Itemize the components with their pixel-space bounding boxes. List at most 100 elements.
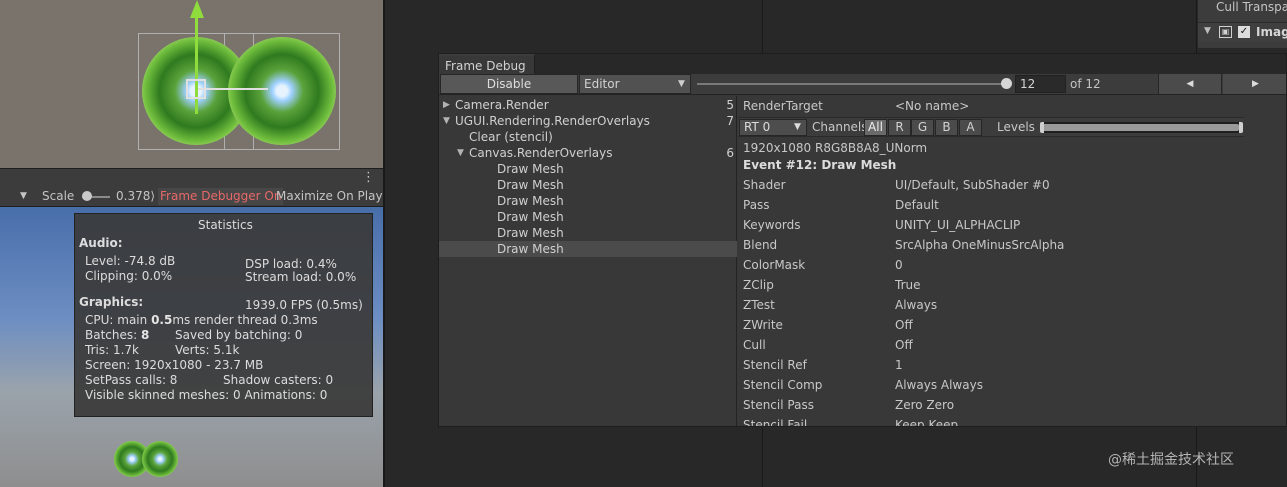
tree-item-label: Draw Mesh	[497, 178, 564, 192]
event-tree: ▶ Camera.Render 5 ▼ UGUI.Rendering.RenderOve…	[439, 96, 737, 426]
next-event-button[interactable]: ▶	[1223, 74, 1286, 94]
tree-item-label: Draw Mesh	[497, 226, 564, 240]
tree-item-label: Clear (stencil)	[469, 130, 553, 144]
frame-debug-toolbar: Disable Editor ▼ 12 of 12 ◀ ▶	[439, 74, 1286, 95]
stats-saved-by-batching: Saved by batching: 0	[175, 328, 303, 342]
channel-button-r[interactable]: R	[888, 119, 911, 136]
levels-max-handle[interactable]	[1239, 122, 1243, 133]
stats-screen: Screen: 1920x1080 - 23.7 MB	[85, 358, 264, 372]
scale-slider-thumb[interactable]	[82, 191, 92, 201]
property-key: Keywords	[743, 218, 801, 232]
collapsed-arrow-icon[interactable]: ▶	[443, 97, 450, 113]
property-key: ZClip	[743, 278, 774, 292]
move-gizmo-y-arrow-icon[interactable]	[190, 0, 204, 18]
tree-item[interactable]: Draw Mesh	[439, 177, 737, 193]
levels-range-slider[interactable]	[1040, 122, 1243, 133]
tree-item[interactable]: Draw Mesh	[439, 209, 737, 225]
window-menu-icon[interactable]: ⋮	[1282, 54, 1286, 71]
event-slider-thumb[interactable]	[1001, 78, 1012, 89]
tree-item[interactable]: ▶ Camera.Render 5	[439, 97, 737, 113]
chevron-down-icon: ▼	[678, 79, 685, 89]
stats-batches-prefix: Batches:	[85, 328, 141, 342]
maximize-on-play-toggle[interactable]: Maximize On Play	[276, 186, 383, 207]
render-target-label: RenderTarget	[743, 99, 823, 113]
channel-button-b[interactable]: B	[935, 119, 958, 136]
display-dropdown-caret-icon[interactable]: ▼	[20, 186, 27, 207]
inspector-fragment: Cull Transparent Mesh ▼ ▣ ✓ Image	[1198, 0, 1287, 48]
channel-button-all[interactable]: All	[864, 119, 887, 136]
pane-divider: ⋮	[0, 168, 383, 186]
property-key: Shader	[743, 178, 786, 192]
tree-item[interactable]: Draw Mesh	[439, 225, 737, 241]
property-key: ZWrite	[743, 318, 783, 332]
property-key: Stencil Comp	[743, 378, 823, 392]
column-separator[interactable]	[383, 0, 385, 487]
tree-item-count: 6	[726, 146, 734, 160]
watermark: @稀土掘金技术社区	[1108, 452, 1234, 468]
levels-min-handle[interactable]	[1040, 122, 1044, 133]
tree-item[interactable]: Draw Mesh	[439, 193, 737, 209]
stats-graphics-header: Graphics:	[79, 295, 144, 309]
rt-dropdown-label: RT 0	[744, 120, 771, 134]
tree-item[interactable]: Draw Mesh	[439, 241, 737, 257]
stats-audio-header: Audio:	[79, 236, 123, 250]
rect-gizmo-handle[interactable]	[186, 79, 206, 99]
property-value: UI/Default, SubShader #0	[895, 178, 1050, 192]
property-key: ZTest	[743, 298, 775, 312]
property-key: Stencil Fail	[743, 418, 808, 427]
expanded-arrow-icon[interactable]: ▼	[443, 113, 450, 129]
render-target-value: <No name>	[895, 99, 970, 113]
target-dropdown[interactable]: Editor ▼	[579, 74, 691, 94]
expanded-arrow-icon[interactable]: ▼	[457, 145, 464, 161]
channel-button-g[interactable]: G	[911, 119, 934, 136]
stats-stream-load: Stream load: 0.0%	[245, 270, 357, 284]
tree-item-label: Camera.Render	[455, 98, 549, 112]
tree-item-count: 5	[726, 98, 734, 112]
stats-cpu-suffix: ms render thread 0.3ms	[172, 313, 318, 327]
disable-button[interactable]: Disable	[440, 74, 578, 94]
stats-shadow-casters: Shadow casters: 0	[223, 373, 334, 387]
property-value: Off	[895, 338, 913, 352]
tree-item[interactable]: Draw Mesh	[439, 161, 737, 177]
property-value: Always	[895, 298, 938, 312]
image-component-header[interactable]: ▼ ▣ ✓ Image	[1198, 22, 1287, 42]
event-total-label: of 12	[1070, 77, 1101, 91]
scene-view[interactable]	[0, 0, 383, 168]
rt-dropdown[interactable]: RT 0 ▼	[739, 119, 807, 136]
channel-button-a[interactable]: A	[959, 119, 982, 136]
kebab-menu-icon[interactable]: ⋮	[362, 169, 375, 186]
stats-clipping: Clipping: 0.0%	[85, 269, 173, 283]
stats-cpu-main: 0.5	[151, 313, 173, 327]
property-value: Off	[895, 318, 913, 332]
tab-frame-debug[interactable]: Frame Debug	[439, 54, 535, 74]
tree-item[interactable]: Clear (stencil)	[439, 129, 737, 145]
stats-batches-value: 8	[141, 328, 150, 342]
stats-batches: Batches: 8	[85, 328, 149, 342]
stats-title: Statistics	[198, 218, 253, 232]
property-value: Default	[895, 198, 939, 212]
stats-skinned-meshes: Visible skinned meshes: 0 Animations: 0	[85, 388, 328, 402]
property-value: Zero Zero	[895, 398, 955, 412]
tree-item-label: Draw Mesh	[497, 162, 564, 176]
event-index-input[interactable]: 12	[1015, 75, 1066, 93]
event-title: Event #12: Draw Mesh	[743, 158, 897, 172]
tree-item-label: Canvas.RenderOverlays	[469, 146, 613, 160]
move-gizmo-x-axis[interactable]	[198, 88, 268, 90]
game-foliage-image-right	[142, 441, 178, 477]
tree-item[interactable]: ▼ UGUI.Rendering.RenderOverlays 7	[439, 113, 737, 129]
tree-item[interactable]: ▼ Canvas.RenderOverlays 6	[439, 145, 737, 161]
target-dropdown-label: Editor	[584, 77, 620, 91]
stats-setpass: SetPass calls: 8	[85, 373, 178, 387]
previous-event-button[interactable]: ◀	[1158, 74, 1222, 94]
statistics-panel: Statistics Audio: Level: -74.8 dB DSP lo…	[74, 213, 373, 417]
move-gizmo-y-axis[interactable]	[195, 14, 198, 114]
cull-transparent-mesh-label: Cull Transparent Mesh	[1216, 0, 1287, 14]
property-value: SrcAlpha OneMinusSrcAlpha	[895, 238, 1065, 252]
levels-range-fill	[1042, 124, 1239, 131]
event-slider-track[interactable]	[697, 83, 1007, 85]
chevron-down-icon: ▼	[794, 122, 801, 132]
component-enabled-checkbox[interactable]: ✓	[1238, 26, 1250, 38]
image-component-icon: ▣	[1219, 26, 1232, 38]
image-component-label: Image	[1256, 25, 1287, 39]
component-foldout-icon[interactable]: ▼	[1204, 26, 1211, 36]
